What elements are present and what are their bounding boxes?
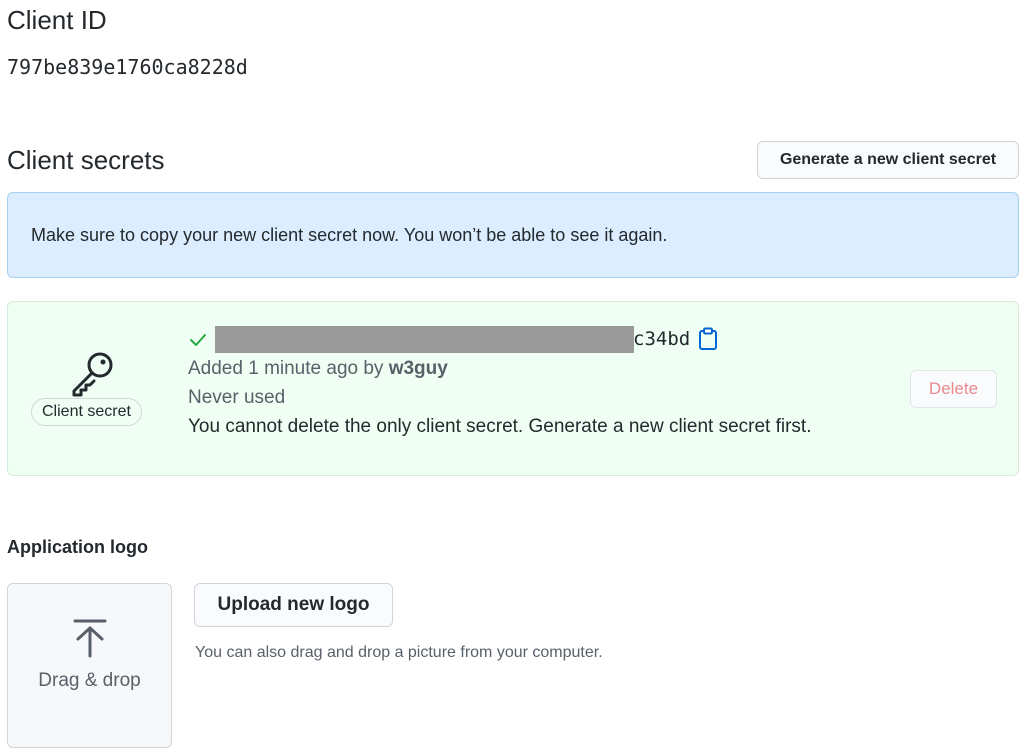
application-logo-heading: Application logo xyxy=(7,537,148,557)
secret-value-suffix: c34bd xyxy=(633,328,691,350)
secret-added-info: Added 1 minute ago by w3guy xyxy=(188,356,448,382)
client-secret-label: Client secret xyxy=(31,398,142,426)
delete-secret-button[interactable]: Delete xyxy=(910,370,997,408)
drag-drop-label: Drag & drop xyxy=(38,670,141,691)
client-secrets-heading: Client secrets xyxy=(7,145,165,175)
check-icon xyxy=(190,334,206,346)
copy-secret-notice: Make sure to copy your new client secret… xyxy=(7,192,1019,278)
logo-drop-zone[interactable]: Drag & drop xyxy=(7,583,172,748)
copy-secret-notice-text: Make sure to copy your new client secret… xyxy=(31,224,668,245)
client-id-heading: Client ID xyxy=(7,5,107,35)
upload-logo-button[interactable]: Upload new logo xyxy=(194,583,393,627)
upload-hint-text: You can also drag and drop a picture fro… xyxy=(195,644,603,661)
clipboard-icon[interactable] xyxy=(697,327,719,351)
key-icon xyxy=(72,352,113,397)
client-id-value: 797be839e1760ca8228d xyxy=(7,55,248,79)
secret-added-by: w3guy xyxy=(388,358,448,379)
generate-client-secret-button[interactable]: Generate a new client secret xyxy=(757,141,1019,179)
redacted-secret-value xyxy=(215,326,634,353)
client-secret-item: Client secret c34bd Added 1 minute ago b… xyxy=(7,301,1019,476)
secret-usage-status: Never used xyxy=(188,387,286,408)
secret-added-text: Added 1 minute ago by xyxy=(188,358,389,379)
delete-warning-text: You cannot delete the only client secret… xyxy=(188,416,812,437)
upload-arrow-icon xyxy=(73,619,107,658)
